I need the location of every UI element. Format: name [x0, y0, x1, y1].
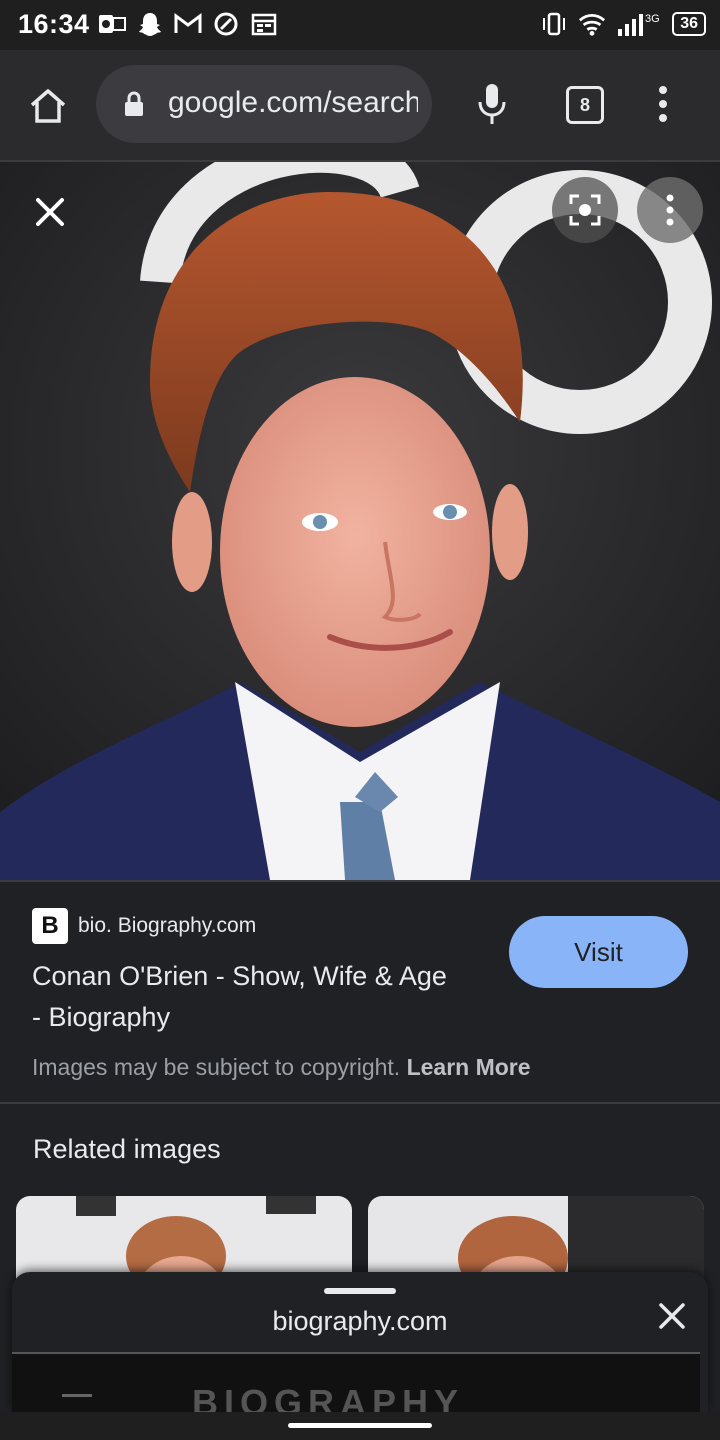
copyright-text: Images may be subject to copyright.: [32, 1054, 401, 1080]
tab-switcher-button[interactable]: 8: [566, 86, 604, 124]
lock-icon: [122, 91, 146, 122]
site-preview-sheet[interactable]: biography.com BIOGRAPHY: [12, 1272, 708, 1412]
more-options-icon[interactable]: [652, 84, 674, 129]
source-name[interactable]: bio. Biography.com: [78, 914, 256, 938]
close-icon[interactable]: [658, 1302, 686, 1330]
system-navigation-bar: [0, 1412, 720, 1440]
sheet-title: biography.com: [272, 1306, 448, 1336]
microphone-icon[interactable]: [476, 82, 508, 131]
wifi-icon: [578, 10, 606, 38]
snapchat-icon: [136, 10, 164, 38]
browser-toolbar: google.com/search 8: [0, 50, 720, 162]
battery-icon: 36: [672, 12, 706, 36]
result-title[interactable]: Conan O'Brien - Show, Wife & Age - Biogr…: [32, 956, 452, 1038]
address-bar[interactable]: google.com/search: [96, 65, 432, 143]
home-icon[interactable]: [28, 86, 68, 126]
threads-icon: [212, 10, 240, 38]
sheet-drag-handle[interactable]: [324, 1288, 396, 1294]
image-more-options-button[interactable]: [637, 177, 703, 243]
gmail-icon: [174, 10, 202, 38]
calendar-icon: [250, 10, 278, 38]
copyright-notice: Images may be subject to copyright. Lear…: [32, 1054, 531, 1081]
source-favicon: B: [32, 908, 68, 944]
learn-more-link[interactable]: Learn More: [407, 1054, 531, 1080]
svg-text:3G: 3G: [645, 13, 660, 25]
lens-icon: [569, 194, 601, 226]
lens-search-button[interactable]: [552, 177, 618, 243]
vibrate-icon: [540, 10, 568, 38]
close-icon[interactable]: [30, 192, 70, 232]
status-time: 16:34: [18, 9, 90, 39]
status-bar: 16:34 3G 36: [0, 0, 720, 50]
more-vertical-icon: [666, 194, 674, 226]
signal-icon: 3G: [616, 10, 662, 38]
visit-button[interactable]: Visit: [509, 916, 688, 988]
outlook-icon: [98, 10, 126, 38]
site-preview-content: BIOGRAPHY: [12, 1352, 700, 1412]
site-wordmark: BIOGRAPHY: [192, 1382, 465, 1412]
gesture-handle[interactable]: [288, 1423, 432, 1428]
hamburger-icon: [62, 1394, 92, 1397]
portrait-illustration: [0, 162, 720, 880]
preview-image[interactable]: [0, 162, 720, 880]
image-result-info: B bio. Biography.com Conan O'Brien - Sho…: [0, 880, 720, 1104]
related-images-heading: Related images: [33, 1134, 221, 1164]
url-text: google.com/search: [168, 86, 418, 119]
